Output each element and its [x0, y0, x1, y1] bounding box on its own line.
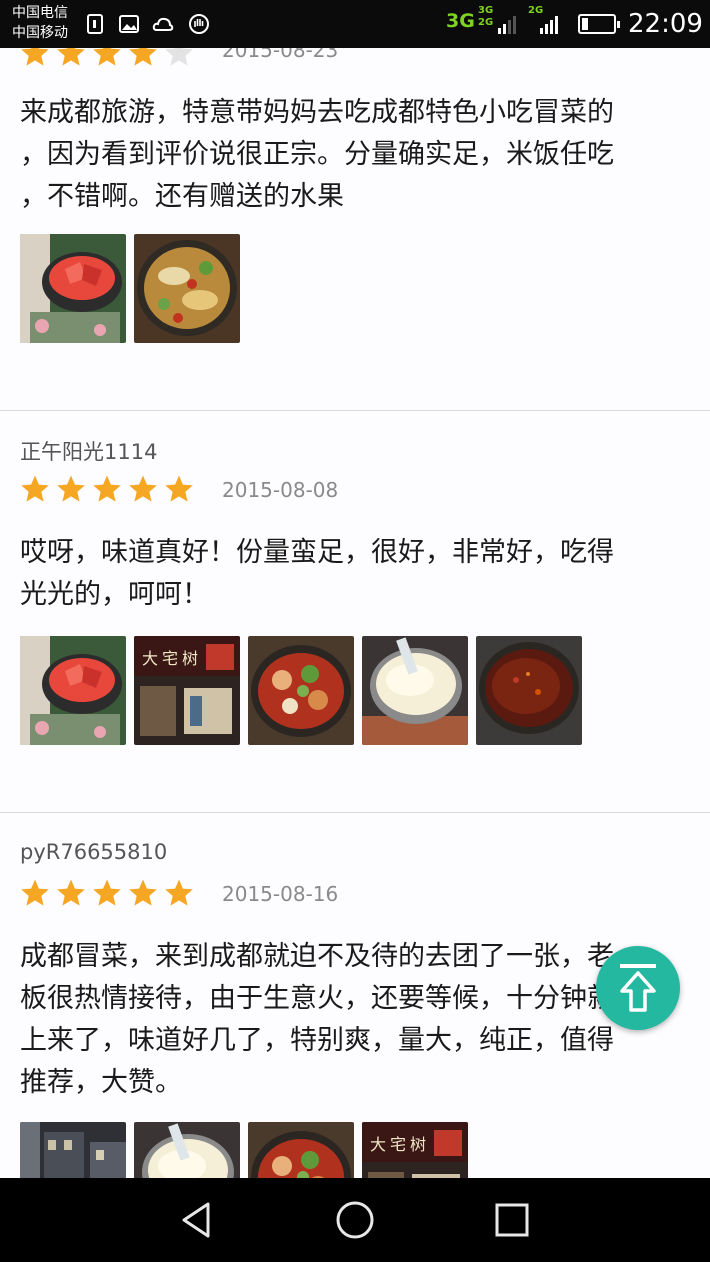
photo-thumbnail-image: [248, 636, 354, 745]
review-photo[interactable]: [476, 636, 582, 745]
navigation-bar: [0, 1178, 710, 1262]
review-photos: [20, 234, 240, 343]
divider: [0, 410, 710, 411]
star-icon: [165, 475, 193, 502]
review-text: 来成都旅游，特意带妈妈去吃成都特色小吃冒菜的 ，因为看到评价说很正宗。分量确实足…: [20, 97, 614, 212]
star-icon: [165, 48, 193, 66]
signal-1-icon: [498, 16, 516, 34]
review-photo[interactable]: [20, 234, 126, 343]
star-icon: [165, 879, 193, 906]
star-icon: [129, 475, 157, 502]
divider: [0, 812, 710, 813]
network-small: 3G 2G: [478, 5, 493, 29]
back-triangle-icon[interactable]: [176, 1198, 220, 1242]
star-icon: [129, 879, 157, 906]
clock: 22:09: [628, 9, 703, 39]
photo-thumbnail-image: [20, 234, 126, 343]
username[interactable]: pyR76655810: [20, 840, 167, 864]
review-photo[interactable]: [20, 1122, 126, 1178]
photo-thumbnail-image: [134, 1122, 240, 1178]
carrier-labels: 中国电信 中国移动: [12, 3, 68, 43]
star-icon: [129, 48, 157, 66]
username[interactable]: 正午阳光1114: [20, 436, 157, 466]
review-date: 2015-08-16: [222, 882, 339, 906]
star-rating: [20, 878, 194, 907]
review-photo[interactable]: [248, 636, 354, 745]
photo-thumbnail-image: 大宅树: [134, 636, 240, 745]
home-circle-icon[interactable]: [333, 1198, 377, 1242]
photo-thumbnail-image: [134, 234, 240, 343]
star-icon: [21, 48, 49, 66]
carrier-1: 中国电信: [12, 5, 68, 21]
star-icon: [93, 879, 121, 906]
svg-text:树: 树: [182, 649, 198, 668]
review-date: 2015-08-23: [222, 48, 339, 62]
review-photo[interactable]: [134, 234, 240, 343]
recent-square-icon[interactable]: [490, 1198, 534, 1242]
star-icon: [57, 879, 85, 906]
scroll-to-top-button[interactable]: [596, 946, 680, 1030]
review-text: 成都冒菜，来到成都就迫不及待的去团了一张，老 板很热情接待，由于生意火，还要等候…: [20, 941, 614, 1098]
star-icon: [93, 475, 121, 502]
image-icon: [119, 15, 139, 33]
photo-thumbnail-image: 大宅树: [362, 1122, 468, 1178]
network-label: 3G: [446, 10, 475, 32]
review-photos: 大宅树: [20, 1122, 468, 1178]
review-text: 哎呀，味道真好！份量蛮足，很好，非常好，吃得 光光的，呵呵！: [20, 537, 614, 610]
photo-thumbnail-image: [248, 1122, 354, 1178]
star-icon: [21, 879, 49, 906]
photo-thumbnail-image: [476, 636, 582, 745]
review-photo[interactable]: [20, 636, 126, 745]
review-photo[interactable]: 大宅树: [362, 1122, 468, 1178]
battery-icon: [578, 14, 620, 34]
svg-text:宅: 宅: [390, 1135, 406, 1154]
photo-thumbnail-image: [362, 636, 468, 745]
star-icon: [57, 475, 85, 502]
star-icon: [21, 475, 49, 502]
arrow-up-to-top-icon: [620, 964, 656, 1012]
photo-thumbnail-image: [20, 636, 126, 745]
svg-text:大: 大: [370, 1135, 386, 1154]
photo-thumbnail-image: [20, 1122, 126, 1178]
review-photo[interactable]: [362, 636, 468, 745]
hand-icon: [189, 14, 209, 34]
star-rating: [20, 474, 194, 503]
star-rating: [20, 48, 194, 67]
cloud-icon: [152, 17, 174, 31]
review-photo[interactable]: [134, 1122, 240, 1178]
svg-text:树: 树: [410, 1135, 426, 1154]
star-icon: [57, 48, 85, 66]
svg-text:大: 大: [142, 649, 158, 668]
review-photo[interactable]: [248, 1122, 354, 1178]
review-photo[interactable]: 大宅树: [134, 636, 240, 745]
carrier-2: 中国移动: [12, 25, 68, 41]
star-icon: [93, 48, 121, 66]
sim-icon: [87, 14, 103, 34]
review-photos: 大宅树: [20, 636, 582, 745]
review-date: 2015-08-08: [222, 478, 339, 502]
network-small-top: 3G: [478, 5, 494, 16]
svg-text:宅: 宅: [162, 649, 178, 668]
status-bar: 中国电信 中国移动 3G 3G 2G 2G 22:09: [0, 0, 710, 48]
network-small-bottom: 2G: [478, 17, 494, 28]
signal-2-icon: [540, 16, 558, 34]
